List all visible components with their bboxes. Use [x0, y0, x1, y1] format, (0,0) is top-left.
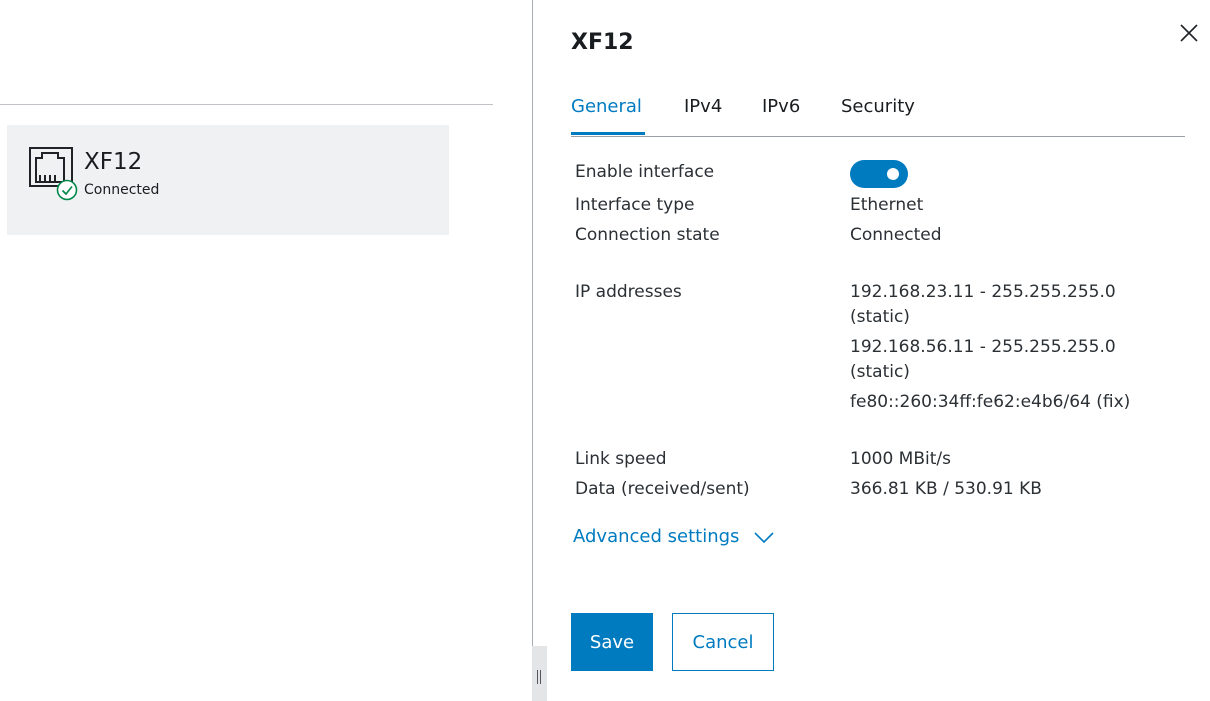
interface-type-value: Ethernet — [850, 195, 924, 215]
connection-state-value: Connected — [850, 225, 942, 245]
chevron-down-icon — [754, 532, 774, 544]
ip-address-3: fe80::260:34ff:fe62:e4b6/64 (fix) — [850, 392, 1131, 412]
ip-addresses-label: IP addresses — [575, 282, 682, 302]
grip-line — [537, 670, 538, 684]
interface-type-label: Interface type — [575, 195, 695, 215]
save-button[interactable]: Save — [571, 613, 653, 671]
ip-address-1: 192.168.23.11 - 255.255.255.0 — [850, 282, 1116, 302]
interface-name: XF12 — [84, 149, 143, 175]
link-speed-value: 1000 MBit/s — [850, 449, 951, 469]
tab-security[interactable]: Security — [841, 96, 915, 117]
ip-address-2-mode: (static) — [850, 362, 910, 382]
advanced-settings-toggle[interactable]: Advanced settings — [573, 526, 775, 547]
toggle-knob — [887, 168, 899, 180]
ethernet-port-icon — [29, 147, 78, 201]
enable-interface-toggle[interactable] — [850, 160, 908, 188]
tab-ipv4[interactable]: IPv4 — [684, 96, 722, 117]
tab-bar: General IPv4 IPv6 Security — [571, 92, 1185, 137]
pane-splitter[interactable] — [532, 0, 533, 701]
connection-state-label: Connection state — [575, 225, 720, 245]
interface-card-xf12[interactable]: XF12 Connected — [7, 125, 449, 235]
panel-title: XF12 — [571, 30, 634, 55]
ip-address-1-mode: (static) — [850, 307, 910, 327]
close-icon[interactable] — [1176, 20, 1202, 46]
advanced-settings-label: Advanced settings — [573, 526, 740, 547]
enable-interface-label: Enable interface — [575, 162, 715, 182]
link-speed-label: Link speed — [575, 449, 667, 469]
splitter-handle[interactable] — [532, 646, 547, 701]
interface-list-pane: XF12 Connected — [0, 0, 533, 701]
grip-line — [540, 670, 541, 684]
tab-ipv6[interactable]: IPv6 — [762, 96, 800, 117]
interface-status: Connected — [84, 182, 160, 198]
data-label: Data (received/sent) — [575, 479, 750, 499]
active-tab-indicator — [571, 132, 645, 135]
cancel-button[interactable]: Cancel — [672, 613, 774, 671]
list-divider — [0, 104, 493, 105]
ip-address-2: 192.168.56.11 - 255.255.255.0 — [850, 337, 1116, 357]
tab-general[interactable]: General — [571, 96, 642, 117]
data-value: 366.81 KB / 530.91 KB — [850, 479, 1042, 499]
